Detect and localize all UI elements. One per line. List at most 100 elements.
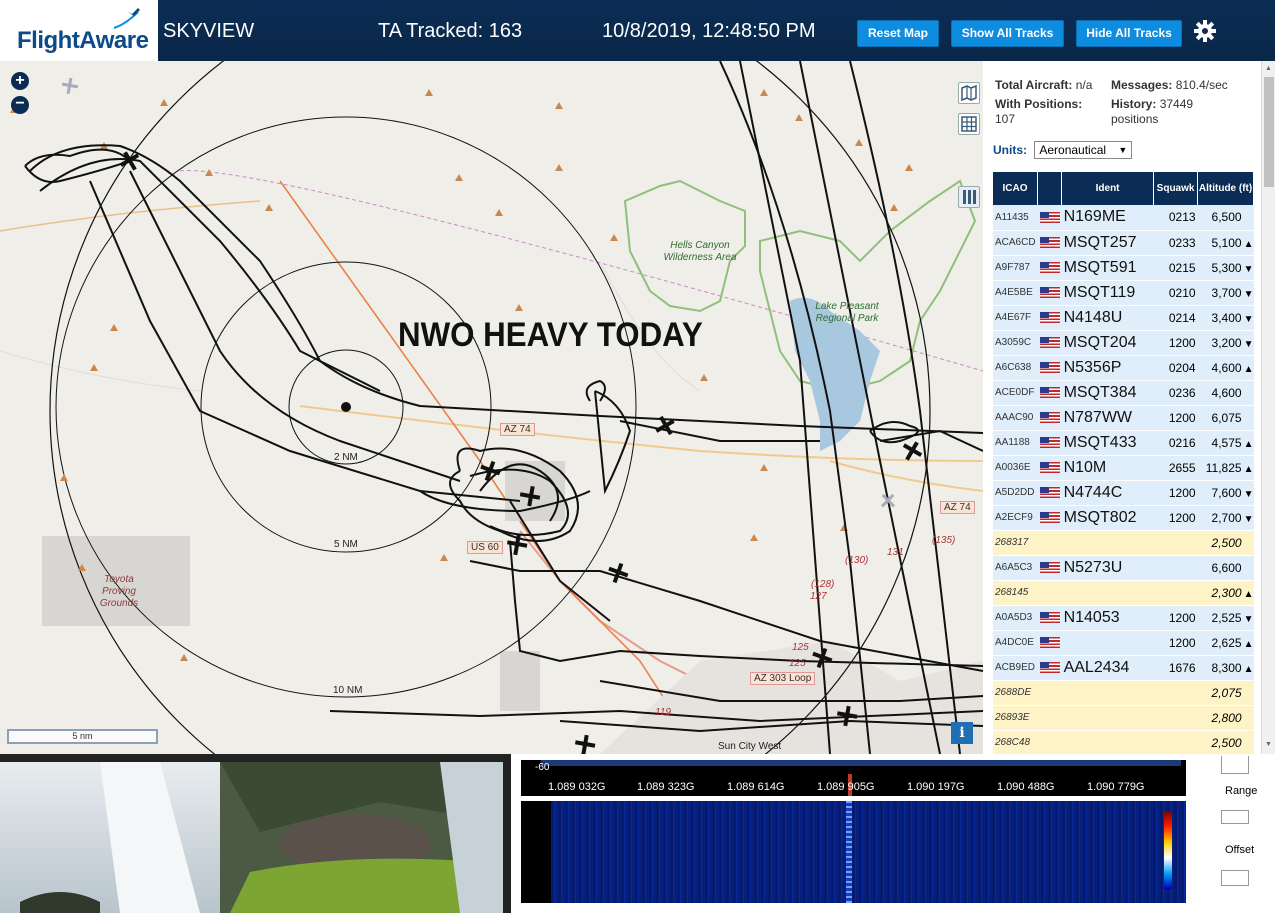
us-flag-icon [1039,612,1060,624]
table-row[interactable]: 2688DE 2,075 [993,680,1254,706]
altitude-trend-icon: ▼ [1243,313,1254,325]
table-row[interactable]: 268145 2,300 ▲ [993,580,1254,606]
units-select[interactable]: Aeronautical ▼ [1034,141,1133,159]
zoom-out-button[interactable]: − [11,96,29,114]
road-num-125b: 125 [789,658,806,669]
table-row[interactable]: ACB9ED AAL2434 1676 8,300 ▲ [993,655,1254,681]
ring-label-5nm: 5 NM [334,539,358,550]
cell-icao: A4E67F [993,305,1038,331]
scroll-up-icon[interactable]: ▲ [1265,65,1272,72]
cell-squawk: 0210 [1153,280,1198,306]
flightaware-logo[interactable]: FlightAware [0,0,158,61]
altitude-value: 4,575 [1211,435,1242,450]
cell-squawk [1153,555,1198,581]
cell-altitude: 2,075 [1197,680,1254,706]
aircraft-table: ICAO Ident Squawk Altitude (ft) A11435 N1… [993,172,1255,754]
cell-flag [1037,655,1062,681]
cell-flag [1037,255,1062,281]
clock: 10/8/2019, 12:48:50 PM [602,20,816,42]
table-row[interactable]: AA1188 MSQT433 0216 4,575 ▲ [993,430,1254,456]
cell-squawk: 2655 [1153,455,1198,481]
cell-icao: 268C48 [993,730,1038,754]
col-flag[interactable] [1037,172,1063,205]
altitude-trend-icon: ▲ [1243,438,1254,450]
scroll-down-icon[interactable]: ▼ [1265,741,1272,748]
cell-ident: MSQT433 [1061,430,1154,456]
grid-toggle-button[interactable] [958,113,980,135]
table-row[interactable]: AAAC90 N787WW 1200 6,075 [993,405,1254,431]
col-altitude[interactable]: Altitude (ft) [1197,172,1255,205]
us-flag-icon [1039,237,1060,249]
map-icon [961,84,977,102]
table-row[interactable]: 268C48 2,500 [993,730,1254,754]
columns-toggle-button[interactable] [958,186,980,208]
table-row[interactable]: A11435 N169ME 0213 6,500 [993,205,1254,231]
total-aircraft-label: Total Aircraft: [995,78,1073,92]
sidebar-scrollbar[interactable]: ▲ ▼ [1261,61,1275,754]
show-all-tracks-button[interactable]: Show All Tracks [951,20,1064,47]
table-row[interactable]: 26893E 2,800 [993,705,1254,731]
table-row[interactable]: 268317 2,500 [993,530,1254,556]
cell-ident: N4744C [1061,480,1154,506]
table-row[interactable]: A2ECF9 MSQT802 1200 2,700 ▼ [993,505,1254,531]
cell-flag [1037,230,1062,256]
altitude-trend-icon: ▲ [1243,238,1254,250]
aircraft-sidebar: Total Aircraft: n/a With Positions: 107 … [983,61,1275,754]
cell-squawk: 1200 [1153,505,1198,531]
cell-altitude: 6,075 [1197,405,1254,431]
info-icon[interactable]: i [951,722,973,744]
table-row[interactable]: A9F787 MSQT591 0215 5,300 ▼ [993,255,1254,281]
altitude-trend-icon: ▼ [1243,488,1254,500]
altitude-trend-icon: ▲ [1243,588,1254,600]
table-row[interactable]: ACE0DF MSQT384 0236 4,600 [993,380,1254,406]
gear-icon[interactable] [1193,19,1217,43]
table-row[interactable]: A4E67F N4148U 0214 3,400 ▼ [993,305,1254,331]
cell-icao: AAAC90 [993,405,1038,431]
table-row[interactable]: ACA6CD MSQT257 0233 5,100 ▲ [993,230,1254,256]
altitude-value: 2,800 [1211,710,1242,725]
altitude-value: 3,400 [1211,310,1242,325]
cell-flag [1037,555,1062,581]
table-row[interactable]: A5D2DD N4744C 1200 7,600 ▼ [993,480,1254,506]
cell-icao: AA1188 [993,430,1038,456]
map-canvas[interactable] [0,61,983,754]
cell-squawk [1153,530,1198,556]
scroll-thumb[interactable] [1264,77,1274,187]
reset-map-button[interactable]: Reset Map [857,20,939,47]
table-row[interactable]: A0036E N10M 2655 11,825 ▲ [993,455,1254,481]
table-row[interactable]: A6C638 N5356P 0204 4,600 ▲ [993,355,1254,381]
cell-ident: AAL2434 [1061,655,1154,681]
range-slider-handle[interactable] [1221,756,1249,774]
sdr-controls: Range Offset [1211,754,1275,913]
road-num-135: (135) [932,535,956,546]
table-row[interactable]: A3059C MSQT204 1200 3,200 ▼ [993,330,1254,356]
cell-flag [1037,205,1062,231]
altitude-value: 2,075 [1211,685,1242,700]
col-squawk[interactable]: Squawk [1153,172,1199,205]
cell-flag [1037,330,1062,356]
gain-slider-handle[interactable] [1221,870,1249,886]
db-label: -60 [535,762,550,773]
with-positions-label: With Positions: [995,97,1083,111]
col-ident[interactable]: Ident [1061,172,1155,205]
col-icao[interactable]: ICAO [993,172,1039,205]
hide-all-tracks-button[interactable]: Hide All Tracks [1076,20,1182,47]
altitude-value: 5,100 [1211,235,1242,250]
zoom-in-button[interactable]: + [11,72,29,90]
waterfall-display[interactable] [521,801,1186,903]
cell-squawk: 1200 [1153,330,1198,356]
offset-slider-handle[interactable] [1221,810,1249,824]
table-row[interactable]: A6A5C3 N5273U 6,600 [993,555,1254,581]
freq-tick: 1.090 488G [997,781,1055,793]
altitude-value: 6,600 [1211,560,1242,575]
cell-altitude: 3,200 ▼ [1197,330,1254,356]
table-row[interactable]: A0A5D3 N14053 1200 2,525 ▼ [993,605,1254,631]
altitude-value: 3,700 [1211,285,1242,300]
cell-altitude: 7,600 ▼ [1197,480,1254,506]
cell-ident: N10M [1061,455,1154,481]
table-row[interactable]: A4DC0E 1200 2,625 ▲ [993,630,1254,656]
table-row[interactable]: A4E5BE MSQT119 0210 3,700 ▼ [993,280,1254,306]
map-layers-button[interactable] [958,82,980,104]
waterfall-photo [0,762,503,913]
map-view[interactable]: NWO HEAVY TODAY 2 NM 5 NM 10 NM Hells Ca… [0,61,983,754]
